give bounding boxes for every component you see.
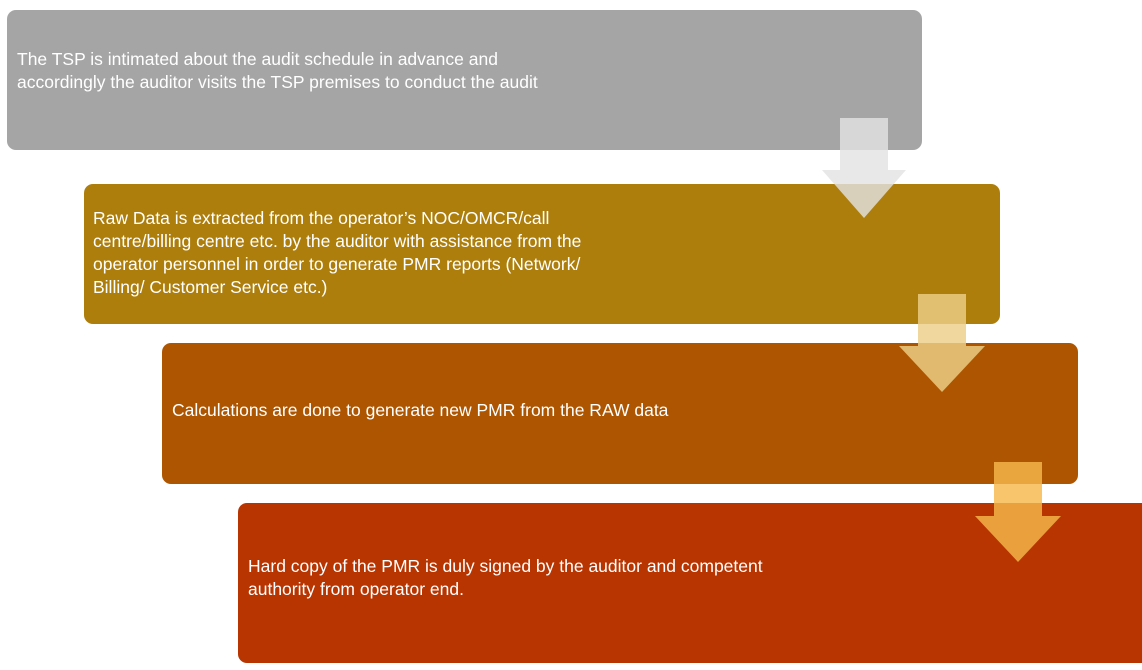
process-step-4-text: Hard copy of the PMR is duly signed by t… bbox=[248, 556, 763, 599]
down-arrow-1-shape bbox=[822, 118, 906, 218]
process-step-1-text: The TSP is intimated about the audit sch… bbox=[17, 49, 538, 92]
process-step-3-text: Calculations are done to generate new PM… bbox=[172, 400, 669, 420]
process-step-2-text: Raw Data is extracted from the operator’… bbox=[93, 208, 582, 297]
down-arrow-3-shape bbox=[975, 462, 1061, 562]
down-arrow-icon bbox=[822, 118, 906, 218]
process-step-1: The TSP is intimated about the audit sch… bbox=[7, 10, 922, 150]
down-arrow-icon bbox=[899, 294, 985, 392]
down-arrow-icon bbox=[975, 462, 1061, 562]
down-arrow-2-shape bbox=[899, 294, 985, 392]
